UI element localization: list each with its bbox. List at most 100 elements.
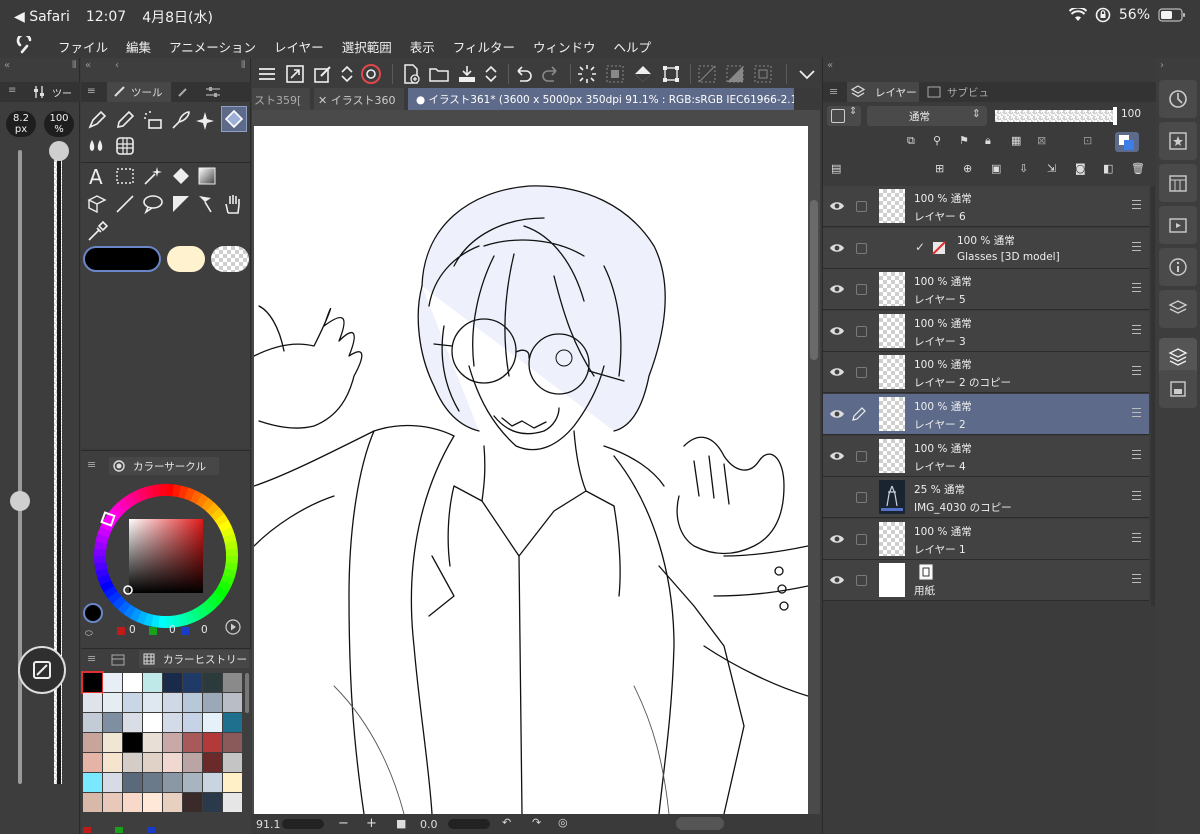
history-swatch[interactable]: [143, 713, 162, 732]
material-button[interactable]: [1159, 122, 1197, 160]
history-swatch[interactable]: [163, 673, 182, 692]
history-swatch[interactable]: [203, 693, 222, 712]
layer-checkbox[interactable]: [856, 450, 867, 462]
menu-item-3[interactable]: レイヤー: [274, 37, 324, 56]
layer-checkbox[interactable]: [856, 492, 867, 504]
canvas-vertical-scrollbar[interactable]: [810, 200, 818, 360]
menu-item-1[interactable]: 編集: [126, 37, 151, 56]
tab-illust-359[interactable]: スト359[: [252, 88, 310, 110]
history-swatch[interactable]: [183, 773, 202, 792]
layer-checkbox[interactable]: [856, 533, 867, 545]
eye-icon[interactable]: [829, 449, 845, 463]
panel-menu-icon[interactable]: ≡: [87, 85, 96, 97]
decoration-tool-icon[interactable]: [169, 108, 193, 132]
tab-tool[interactable]: ツール: [107, 82, 171, 102]
history-swatch[interactable]: [223, 693, 242, 712]
balloon-tool-icon[interactable]: [141, 192, 165, 216]
menu-item-2[interactable]: アニメーション: [169, 37, 256, 56]
panel-menu-icon[interactable]: ≡: [829, 85, 838, 98]
layer-menu-icon[interactable]: [1132, 324, 1141, 335]
lock-icon[interactable]: 🔒︎: [985, 134, 991, 148]
history-swatch[interactable]: [103, 773, 122, 792]
reset-rotation-icon[interactable]: ◎: [558, 816, 568, 829]
magic-wand-tool-icon[interactable]: [141, 164, 165, 188]
canvas-horizontal-scrollbar[interactable]: [676, 817, 724, 830]
new-folder-icon[interactable]: ▣: [991, 162, 1001, 175]
line-tool-icon[interactable]: [113, 192, 137, 216]
eye-icon[interactable]: [829, 407, 845, 421]
new-vector-layer-icon[interactable]: ⊕: [963, 162, 972, 175]
layer-checkbox[interactable]: [856, 575, 867, 587]
main-color-swatch[interactable]: [83, 246, 161, 272]
transfer-down-icon[interactable]: ⇩: [1019, 162, 1028, 175]
expand-right-icon[interactable]: ›: [1160, 60, 1164, 71]
history-swatch[interactable]: [223, 793, 242, 812]
layer-checkbox[interactable]: [856, 201, 867, 212]
history-swatch[interactable]: [143, 793, 162, 812]
new-raster-layer-icon[interactable]: ⊞: [935, 162, 944, 175]
layer-row[interactable]: 100 % 通常 レイヤー 2: [823, 394, 1149, 435]
eye-icon[interactable]: [829, 324, 845, 338]
layer-row[interactable]: 用紙: [823, 560, 1149, 602]
gradient-tool-icon[interactable]: [195, 164, 219, 188]
collapse-left-icon[interactable]: «: [4, 60, 10, 71]
layer-menu-icon[interactable]: [1132, 283, 1141, 293]
layer-row[interactable]: 100 % 通常 レイヤー 6: [823, 186, 1149, 227]
brush-size-slider-track[interactable]: [18, 150, 22, 784]
history-swatch[interactable]: [123, 773, 142, 792]
eye-icon[interactable]: [829, 573, 845, 587]
panel-grip-icon[interactable]: ⦀: [72, 60, 76, 71]
zoom-out-button[interactable]: −: [338, 816, 349, 831]
color-mode-icon[interactable]: ⬭: [85, 629, 93, 639]
menu-item-0[interactable]: ファイル: [58, 37, 108, 56]
menu-item-4[interactable]: 選択範囲: [342, 37, 392, 56]
layer-menu-icon[interactable]: [1132, 532, 1141, 543]
hand-tool-icon[interactable]: [221, 192, 245, 216]
apply-mask-icon[interactable]: ◧: [1103, 162, 1113, 175]
selection-tool-icon[interactable]: [113, 164, 137, 188]
history-swatch[interactable]: [143, 753, 162, 772]
panel-menu-icon[interactable]: ≡: [87, 652, 96, 665]
fill-icon[interactable]: [632, 63, 654, 85]
pen-tool-icon[interactable]: [85, 108, 109, 132]
layer-checkbox[interactable]: [856, 242, 867, 254]
history-swatch[interactable]: [103, 793, 122, 812]
eye-icon[interactable]: [829, 282, 845, 296]
clip-studio-logo-icon[interactable]: [16, 36, 38, 54]
layer-menu-icon[interactable]: [1132, 366, 1141, 376]
property-tab-label[interactable]: ツー: [52, 85, 72, 100]
history-swatch[interactable]: [143, 673, 162, 692]
info-button[interactable]: [1159, 248, 1197, 286]
history-swatch[interactable]: [163, 753, 182, 772]
history-swatch[interactable]: [103, 733, 122, 752]
merge-down-icon[interactable]: ⇲: [1047, 162, 1056, 175]
zoom-value[interactable]: 91.1: [256, 818, 281, 831]
zoom-in-button[interactable]: +: [366, 816, 377, 831]
clear-outside-selection-icon[interactable]: [604, 63, 626, 85]
eraser-tool-button[interactable]: [221, 106, 247, 132]
layer-list-icon[interactable]: ▤: [831, 162, 841, 175]
history-swatch[interactable]: [203, 753, 222, 772]
layer-list-scrollbar[interactable]: [1151, 186, 1155, 606]
layer-row[interactable]: 25 % 通常 IMG_4030 のコピー: [823, 477, 1149, 519]
play-circle-icon[interactable]: [225, 619, 241, 635]
layer-menu-icon[interactable]: [1132, 200, 1141, 210]
open-folder-icon[interactable]: [428, 63, 450, 85]
history-swatch[interactable]: [103, 693, 122, 712]
history-swatch[interactable]: [203, 673, 222, 692]
animation-cels-button[interactable]: [1159, 206, 1197, 244]
history-swatch[interactable]: [143, 693, 162, 712]
correct-line-tool-icon[interactable]: [195, 192, 219, 216]
history-swatch[interactable]: [123, 693, 142, 712]
tab-subview[interactable]: サブビュー: [923, 82, 999, 114]
draft-layer-icon[interactable]: ⚑: [959, 134, 969, 147]
layer-property-button[interactable]: [1159, 290, 1197, 328]
layer-menu-icon[interactable]: [1132, 449, 1141, 460]
timeline-button[interactable]: [1159, 164, 1197, 202]
modifier-key-button[interactable]: [18, 646, 66, 694]
grid-tool-icon[interactable]: [113, 134, 137, 158]
history-swatch[interactable]: [203, 773, 222, 792]
layer-row[interactable]: 100 % 通常 レイヤー 1: [823, 518, 1149, 560]
clip-lower-layer-icon[interactable]: ⧉: [907, 134, 915, 148]
history-swatch[interactable]: [123, 753, 142, 772]
